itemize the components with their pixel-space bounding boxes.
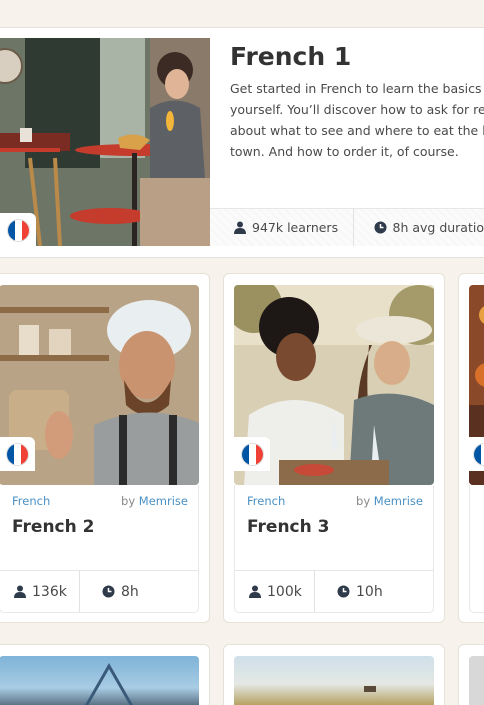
learners-count: 100k [267,583,302,600]
course-card-info: French by Memrise French 2 136k 8h [0,485,199,613]
learners-count: 947k learners [252,220,339,235]
learners-stat: 100k [235,571,315,612]
clock-icon [374,221,386,234]
learner-icon [14,585,26,598]
learner-icon [234,221,246,234]
course-card[interactable] [0,644,210,705]
course-card[interactable]: French by Memrise French 2 136k 8h [0,273,210,623]
learner-icon [249,585,261,598]
duration-stat: 8h [80,571,139,612]
course-card-info [469,485,484,613]
course-card-photo [469,656,484,705]
duration-value: 8h avg duratio [392,220,484,235]
course-card[interactable] [458,273,484,623]
france-flag-icon [234,437,270,471]
featured-course-title[interactable]: French 1 [230,42,351,71]
description-line: about what to see and where to eat the b… [230,123,484,138]
duration-value: 10h [356,583,383,600]
clock-icon [102,585,115,598]
course-card-photo [234,656,434,705]
france-flag-icon [469,437,484,471]
course-card-stats: 136k 8h [0,570,198,612]
course-card[interactable] [223,644,445,705]
course-card-photo [0,656,199,705]
author-link[interactable]: Memrise [139,494,188,508]
author-prefix: by [356,494,371,508]
featured-course-stats: 947k learners 8h avg duratio [210,208,484,246]
author-link[interactable]: Memrise [374,494,423,508]
duration-value: 8h [121,583,139,600]
learners-count: 136k [32,583,67,600]
description-line: yourself. You’ll discover how to ask for… [230,102,484,117]
course-card-info: French by Memrise French 3 100k 10h [234,485,434,613]
clock-icon [337,585,350,598]
course-title[interactable]: French 3 [247,517,329,537]
duration-stat: 8h avg duratio [354,209,484,246]
author-prefix: by [121,494,136,508]
featured-course-card[interactable]: French 1 Get started in French to learn … [0,27,484,258]
course-category[interactable]: French [247,494,285,508]
france-flag-icon [0,213,36,247]
course-card[interactable] [458,644,484,705]
duration-stat: 10h [315,571,383,612]
course-title[interactable]: French 2 [12,517,94,537]
course-author: by Memrise [356,494,423,508]
course-category[interactable]: French [12,494,50,508]
course-author: by Memrise [121,494,188,508]
course-card[interactable]: French by Memrise French 3 100k 10h [223,273,445,623]
course-card-stats: 100k 10h [235,570,433,612]
learners-stat: 136k [0,571,80,612]
featured-course-info: French 1 Get started in French to learn … [210,38,484,246]
description-line: town. And how to order it, of course. [230,144,459,159]
france-flag-icon [0,437,35,471]
featured-course-description: Get started in French to learn the basic… [230,78,484,162]
description-line: Get started in French to learn the basic… [230,81,484,96]
learners-stat: 947k learners [210,209,354,246]
